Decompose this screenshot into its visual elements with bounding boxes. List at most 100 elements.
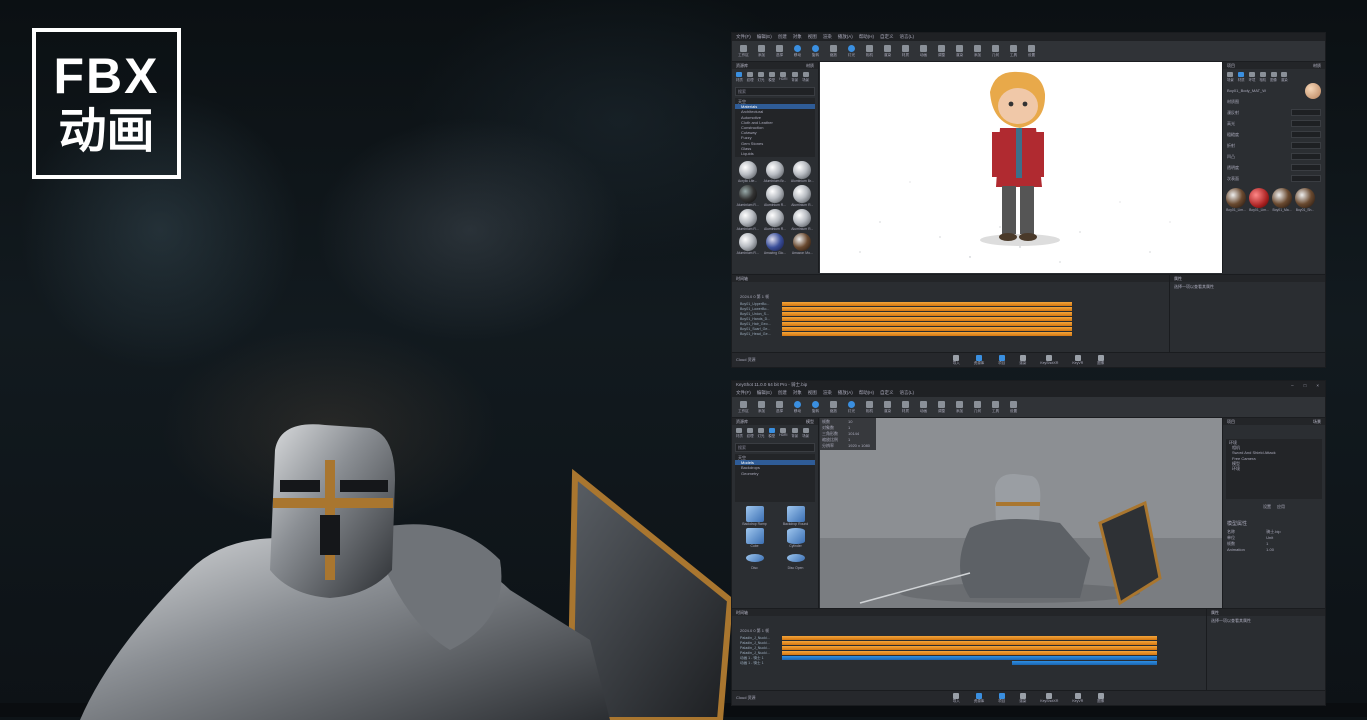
ribbon-button[interactable]: 资源库 xyxy=(974,354,984,366)
toolbar-button[interactable]: 材质 xyxy=(898,398,913,416)
ribbon-button[interactable]: 导入 xyxy=(953,354,960,366)
project-tab[interactable]: 渲染 xyxy=(1281,72,1288,82)
toolbar-button[interactable]: 添加 xyxy=(970,42,985,60)
library-tab[interactable]: 灯光 xyxy=(758,72,764,82)
toolbar-button[interactable]: 灯光 xyxy=(844,398,859,416)
ribbon-button[interactable]: 导入 xyxy=(953,692,960,704)
toolbar-button[interactable]: 缩放 xyxy=(826,42,841,60)
minimize-icon[interactable]: – xyxy=(1291,383,1294,388)
menu-item[interactable]: 文件(F) xyxy=(736,390,751,396)
ribbon-button[interactable]: 渲染 xyxy=(1019,354,1026,366)
menu-item[interactable]: 视图 xyxy=(808,390,817,396)
close-icon[interactable]: × xyxy=(1316,383,1319,388)
project-tab[interactable]: 环境 xyxy=(1249,72,1255,82)
toolbar-button[interactable]: 渲染 xyxy=(880,398,895,416)
tree-item[interactable]: Geometry xyxy=(735,471,815,476)
toolbar-button[interactable]: 动画 xyxy=(916,42,931,60)
toolbar-button[interactable]: 缩放 xyxy=(826,398,841,416)
toolbar-button[interactable]: 工具 xyxy=(1006,42,1021,60)
ribbon-button[interactable]: KeyShotXR xyxy=(1040,693,1058,703)
library-tab[interactable]: 场景 xyxy=(802,72,809,82)
material-thumb[interactable]: Aluminium R... xyxy=(790,185,815,207)
toolbar-button[interactable]: 工作区 xyxy=(736,42,751,60)
ribbon-button[interactable]: 资源库 xyxy=(974,692,984,704)
ribbon-button[interactable]: KeyVR xyxy=(1072,693,1083,703)
swatch[interactable]: Boy01_Ma... xyxy=(1272,188,1292,212)
maximize-icon[interactable]: □ xyxy=(1304,383,1307,388)
toolbar-button[interactable]: 旋转 xyxy=(808,398,823,416)
material-thumb[interactable]: Aluminium Br... xyxy=(762,161,787,183)
menu-item[interactable]: 渲染 xyxy=(823,34,832,40)
menu-item[interactable]: 播放(A) xyxy=(838,34,853,40)
swatch[interactable]: Boy01_Lim... xyxy=(1249,188,1269,212)
material-name[interactable]: Boy01_Body_MAT_W xyxy=(1227,88,1266,93)
ribbon-button[interactable]: 项目 xyxy=(998,692,1005,704)
library-tab[interactable]: 材质 xyxy=(736,428,743,438)
library-tab[interactable]: HDRI xyxy=(779,428,787,438)
menu-item[interactable]: 编辑(E) xyxy=(757,34,772,40)
menu-item[interactable]: 文件(F) xyxy=(736,34,751,40)
library-tab[interactable]: HDRI xyxy=(779,72,787,82)
project-tab[interactable]: 相机 xyxy=(1259,72,1266,82)
toolbar-button[interactable]: 相机 xyxy=(862,398,877,416)
library-tab[interactable]: 灯光 xyxy=(758,428,764,438)
ribbon-button[interactable]: KeyShotXR xyxy=(1040,355,1058,365)
library-search-input[interactable]: 搜索 xyxy=(735,443,815,452)
menu-item[interactable]: 对象 xyxy=(793,390,802,396)
menu-item[interactable]: 播放(A) xyxy=(838,390,853,396)
model-thumb[interactable]: Backdrop Round xyxy=(776,506,815,526)
toolbar-button[interactable]: 渲染 xyxy=(952,42,967,60)
swatch[interactable]: Boy01_Lim... xyxy=(1226,188,1246,212)
toolbar-button[interactable]: 动画 xyxy=(916,398,931,416)
library-search-input[interactable]: 搜索 xyxy=(735,87,815,96)
menu-item[interactable]: 编辑(E) xyxy=(757,390,772,396)
toolbar-button[interactable]: 设置 xyxy=(1024,42,1039,60)
material-thumb[interactable]: Aluminium R... xyxy=(735,233,760,255)
toolbar-button[interactable]: 渲染 xyxy=(880,42,895,60)
menu-item[interactable]: 创建 xyxy=(778,34,787,40)
library-tab[interactable]: 背景 xyxy=(791,72,798,82)
ribbon-button[interactable]: 渲染 xyxy=(1019,692,1026,704)
material-thumb[interactable]: Amazon Mo... xyxy=(790,233,815,255)
menu-item[interactable]: 帮助(H) xyxy=(859,34,874,40)
material-thumb[interactable]: Acrylic Lite... xyxy=(735,161,760,183)
material-thumb[interactable]: Amazing Glo... xyxy=(762,233,787,255)
ribbon-button[interactable]: 图像 xyxy=(1097,692,1104,704)
toolbar-button[interactable]: 调整 xyxy=(934,398,949,416)
material-thumb[interactable]: Aluminium R... xyxy=(735,185,760,207)
ribbon-button[interactable]: 项目 xyxy=(998,354,1005,366)
toolbar-button[interactable]: 几何 xyxy=(970,398,985,416)
menu-item[interactable]: 视图 xyxy=(808,34,817,40)
ribbon-button[interactable]: KeyVR xyxy=(1072,355,1083,365)
scene-button[interactable]: 设置 xyxy=(1263,504,1271,510)
library-tab[interactable]: 材质 xyxy=(736,72,743,82)
project-tab[interactable]: 图像 xyxy=(1270,72,1277,82)
toolbar-button[interactable]: 选择 xyxy=(772,398,787,416)
material-thumb[interactable]: Aluminium R... xyxy=(790,209,815,231)
model-thumb[interactable]: Disc Open xyxy=(776,550,815,570)
menu-item[interactable]: 自定义 xyxy=(880,34,894,40)
render-viewport[interactable] xyxy=(820,62,1223,273)
toolbar-button[interactable]: 设置 xyxy=(1006,398,1021,416)
menu-item[interactable]: 自定义 xyxy=(880,390,894,396)
library-tab[interactable]: 模型 xyxy=(768,72,775,82)
tree-item[interactable]: 环境 xyxy=(1226,466,1322,471)
toolbar-button[interactable]: 材质 xyxy=(898,42,913,60)
library-tab[interactable]: 纹理 xyxy=(747,72,754,82)
track-label[interactable]: Boy01_Head_Ge... xyxy=(740,332,771,337)
tree-item[interactable]: Liquids xyxy=(735,151,815,156)
model-thumb[interactable]: Cube xyxy=(735,528,774,548)
toolbar-button[interactable]: 移动 xyxy=(790,398,805,416)
toolbar-button[interactable]: 相机 xyxy=(862,42,877,60)
library-tab[interactable]: 背景 xyxy=(791,428,798,438)
menu-item[interactable]: 渲染 xyxy=(823,390,832,396)
scene-button[interactable]: 应用 xyxy=(1277,504,1285,510)
toolbar-button[interactable]: 选择 xyxy=(772,42,787,60)
toolbar-button[interactable]: 移动 xyxy=(790,42,805,60)
toolbar-button[interactable]: 添加 xyxy=(754,42,769,60)
ribbon-button[interactable]: 图像 xyxy=(1097,354,1104,366)
toolbar-button[interactable]: 几何 xyxy=(988,42,1003,60)
project-tab[interactable]: 材质 xyxy=(1238,72,1245,82)
toolbar-button[interactable]: 添加 xyxy=(952,398,967,416)
library-tab[interactable]: 纹理 xyxy=(747,428,754,438)
